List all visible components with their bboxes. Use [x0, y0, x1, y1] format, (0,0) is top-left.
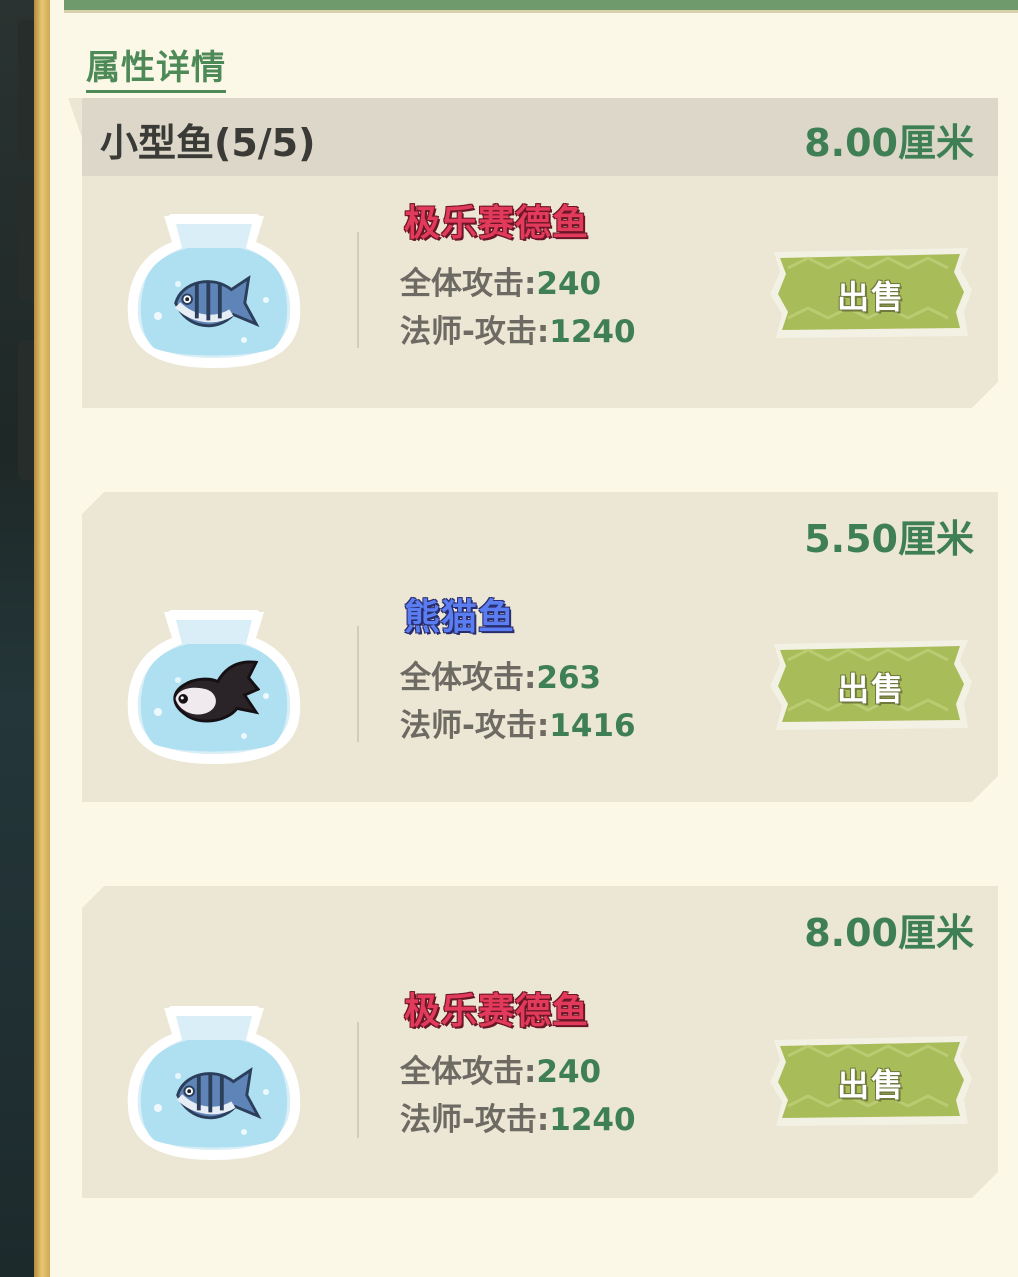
mage-attack-stat: 法师-攻击:1240	[400, 1094, 636, 1139]
blue-striped-fish-icon	[170, 1062, 266, 1130]
blue-striped-fish-icon	[168, 270, 264, 338]
stat-value: 240	[536, 266, 602, 302]
fish-name: 熊猫鱼	[404, 597, 516, 638]
fish-size: 8.00厘米	[804, 911, 974, 955]
panel-top-rim	[64, 0, 1018, 13]
stat-label: 法师-攻击:	[400, 1102, 550, 1138]
mage-attack-stat: 法师-攻击:1416	[400, 700, 636, 745]
fish-card: 8.00厘米 极乐赛德鱼 全体攻击:240 法师-攻击:1240 出售	[82, 886, 998, 1198]
sell-button-label: 出售	[836, 670, 905, 708]
stat-value: 1240	[549, 1102, 636, 1138]
stat-value: 263	[536, 660, 602, 696]
stat-value: 1416	[549, 708, 636, 744]
card-corner	[972, 776, 998, 802]
category-name: 小型鱼(5/5)	[100, 121, 316, 165]
divider	[357, 1022, 359, 1138]
all-attack-stat: 全体攻击:240	[400, 1046, 601, 1091]
card-corner	[972, 1172, 998, 1198]
panda-fish-icon	[164, 656, 260, 734]
divider	[357, 232, 359, 348]
fish-size: 5.50厘米	[804, 517, 974, 561]
stat-value: 1240	[549, 314, 636, 350]
sell-button[interactable]: 出售	[768, 248, 974, 338]
stat-label: 全体攻击:	[400, 660, 537, 696]
card-corner	[82, 886, 104, 908]
sell-button[interactable]: 出售	[768, 640, 974, 730]
sell-button-label: 出售	[836, 1066, 905, 1104]
all-attack-stat: 全体攻击:263	[400, 652, 601, 697]
card-corner	[972, 382, 998, 408]
mage-attack-stat: 法师-攻击:1240	[400, 306, 636, 351]
fish-name: 极乐赛德鱼	[404, 991, 590, 1032]
fish-card: 小型鱼(5/5) 8.00厘米 极乐赛德鱼 全体攻击:240 法师-攻击:124…	[68, 98, 998, 408]
fish-size: 8.00厘米	[804, 121, 974, 165]
section-title: 属性详情	[86, 40, 226, 93]
card-corner	[82, 492, 104, 514]
divider	[357, 626, 359, 742]
stat-label: 全体攻击:	[400, 1054, 537, 1090]
stat-label: 全体攻击:	[400, 266, 537, 302]
fish-card: 5.50厘米 熊猫鱼 全体攻击:263 法师-攻击:1416 出售	[82, 492, 998, 802]
sell-button[interactable]: 出售	[768, 1036, 974, 1126]
all-attack-stat: 全体攻击:240	[400, 258, 601, 303]
fish-name: 极乐赛德鱼	[404, 203, 590, 244]
sell-button-label: 出售	[836, 278, 905, 316]
stat-label: 法师-攻击:	[400, 708, 550, 744]
stat-label: 法师-攻击:	[400, 314, 550, 350]
stat-value: 240	[536, 1054, 602, 1090]
